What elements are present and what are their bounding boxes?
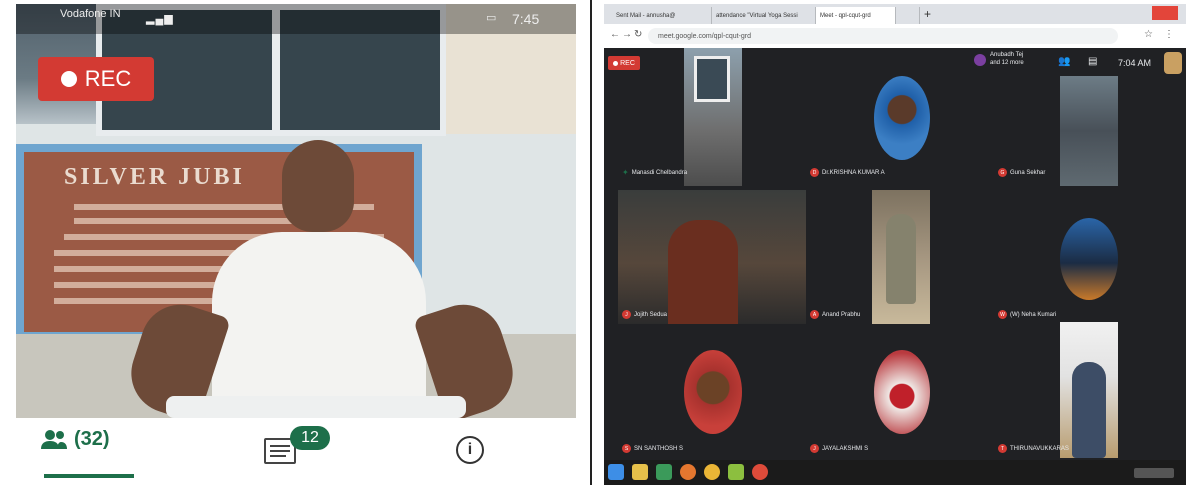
recording-badge-small: REC (608, 56, 640, 70)
person-in-video (668, 220, 738, 324)
participant-initial: J (810, 444, 819, 453)
browser-window: Sent Mail - annusha@ attendance "Virtual… (604, 4, 1186, 485)
participant-initial: G (998, 168, 1007, 177)
info-icon[interactable]: i (456, 436, 484, 464)
participant-avatar-7 (684, 350, 742, 434)
participant-avatar-2 (874, 76, 930, 160)
file-explorer-icon[interactable] (632, 464, 648, 480)
participant-initial: T (998, 444, 1007, 453)
new-tab-icon[interactable]: + (924, 8, 936, 20)
url-field[interactable]: meet.google.com/qpl-cqut-grd (648, 28, 1118, 44)
recording-badge: REC (38, 57, 154, 101)
tab-bar: Sent Mail - annusha@ attendance "Virtual… (604, 4, 1186, 24)
phone-screen: SILVER JUBI Vodafone IN ▂▄▆ ▭ 7:45 REC (16, 4, 576, 480)
participant-initial: S (622, 444, 631, 453)
participant-tile-2[interactable]: D Dr.KRISHNA KUMAR A (810, 168, 885, 177)
participant-initial: D (810, 168, 819, 177)
back-icon[interactable]: ← (610, 29, 620, 40)
participant-tile-8[interactable]: J JAYALAKSHMI S (810, 444, 868, 453)
participant-tile-9[interactable]: T THIRUNAVUKKARAS (998, 444, 1069, 453)
person-legs (166, 396, 466, 418)
address-bar: ← → ↻ meet.google.com/qpl-cqut-grd ☆ ⋮ (604, 24, 1186, 49)
people-tab[interactable]: (32) (40, 428, 110, 451)
participant-avatar-6 (1060, 218, 1118, 300)
participant-initial: W (998, 310, 1007, 319)
participant-name: THIRUNAVUKKARAS (1010, 445, 1069, 452)
participants-icon[interactable]: 👥 (1058, 56, 1070, 67)
self-view-thumbnail (1164, 52, 1182, 74)
participant-name: Dr.KRISHNA KUMAR A (822, 169, 885, 176)
participant-name: Jojith Sedua (634, 311, 668, 318)
participant-avatar-8 (874, 350, 930, 434)
pin-icon: ✦ (622, 168, 629, 177)
signal-icon: ▂▄▆ (146, 13, 174, 25)
system-tray (1134, 468, 1174, 478)
chat-icon-small[interactable]: ▤ (1088, 56, 1097, 67)
recording-label: REC (84, 66, 132, 91)
windows-taskbar (604, 460, 1186, 485)
presenter-more: and 12 more (990, 60, 1024, 66)
window-in-video (694, 56, 730, 102)
participant-name: Guna Sekhar (1010, 169, 1046, 176)
participant-tile-1[interactable]: ✦ Manasdi Chelbandra (622, 168, 687, 177)
people-icon (41, 429, 67, 449)
chat-unread-badge: 12 (290, 426, 330, 450)
firefox-icon[interactable] (680, 464, 696, 480)
star-icon[interactable]: ☆ (1144, 29, 1153, 40)
person-shirt (212, 232, 426, 418)
windows-start-icon[interactable] (608, 464, 624, 480)
participant-initial: J (622, 310, 631, 319)
tab-label: Sent Mail - annusha@ (616, 12, 676, 19)
plaque-title: SILVER JUBI (64, 164, 245, 190)
participant-name: JAYALAKSHMI S (822, 445, 869, 452)
meeting-time: 7:04 AM (1118, 58, 1152, 68)
presenter-avatar (974, 54, 986, 66)
participant-name: Manasdi Chelbandra (631, 169, 688, 176)
image-divider (590, 0, 592, 485)
participant-tile-6[interactable]: W (W) Neha Kumari (998, 310, 1056, 319)
participant-video-9 (1060, 322, 1118, 458)
forward-icon[interactable]: → (622, 29, 632, 40)
person-head (282, 140, 354, 232)
presenter-name: Anubadh Tej (990, 52, 1024, 58)
close-window-icon[interactable] (1152, 6, 1178, 20)
main-video: SILVER JUBI Vodafone IN ▂▄▆ ▭ 7:45 REC (16, 4, 576, 418)
meet-grid: REC Anubadh Tej and 12 more 👥 ▤ 7:04 AM … (604, 48, 1186, 460)
app-icon-2[interactable] (728, 464, 744, 480)
participant-name: SN SANTHOSH S (634, 445, 684, 452)
participant-initial: A (810, 310, 819, 319)
participant-tile-3[interactable]: G Guna Sekhar (998, 168, 1045, 177)
record-dot-icon (613, 60, 619, 66)
carrier-label: Vodafone IN (60, 8, 121, 20)
reload-icon[interactable]: ↻ (634, 29, 642, 40)
tab-attendance[interactable]: attendance "Virtual Yoga Sessi (712, 7, 816, 24)
participant-tile-4[interactable]: J Jojith Sedua (622, 310, 667, 319)
participant-video-5 (872, 190, 930, 324)
participant-name: (W) Neha Kumari (1010, 311, 1057, 318)
participant-name: Anand Prabhu (822, 311, 861, 318)
participant-video-3 (1060, 76, 1118, 186)
record-dot-icon (60, 71, 77, 87)
menu-icon[interactable]: ⋮ (1164, 29, 1174, 40)
tab-label: attendance "Virtual Yoga Sessi (716, 12, 798, 19)
person-in-video (1072, 362, 1106, 458)
chrome-icon[interactable] (704, 464, 720, 480)
people-tab-indicator (44, 474, 134, 478)
participant-video-1 (684, 48, 742, 186)
chrome-active-icon[interactable] (752, 464, 768, 480)
tab-gmail[interactable]: Sent Mail - annusha@ (612, 7, 712, 24)
people-count: (32) (74, 428, 110, 450)
tab-label: Meet - qpl-cqut-grd (820, 12, 871, 19)
recording-label: REC (620, 59, 635, 67)
battery-icon: ▭ (486, 12, 497, 24)
participant-video-4 (618, 190, 806, 324)
tab-meet[interactable]: Meet - qpl-cqut-grd (816, 7, 896, 24)
person-in-video (886, 214, 916, 304)
app-icon[interactable] (656, 464, 672, 480)
participant-tile-7[interactable]: S SN SANTHOSH S (622, 444, 683, 453)
participant-tile-5[interactable]: A Anand Prabhu (810, 310, 860, 319)
tab-other[interactable] (896, 7, 920, 24)
clock-label: 7:45 (512, 11, 540, 27)
phone-status-bar: Vodafone IN ▂▄▆ ▭ 7:45 (16, 4, 576, 34)
